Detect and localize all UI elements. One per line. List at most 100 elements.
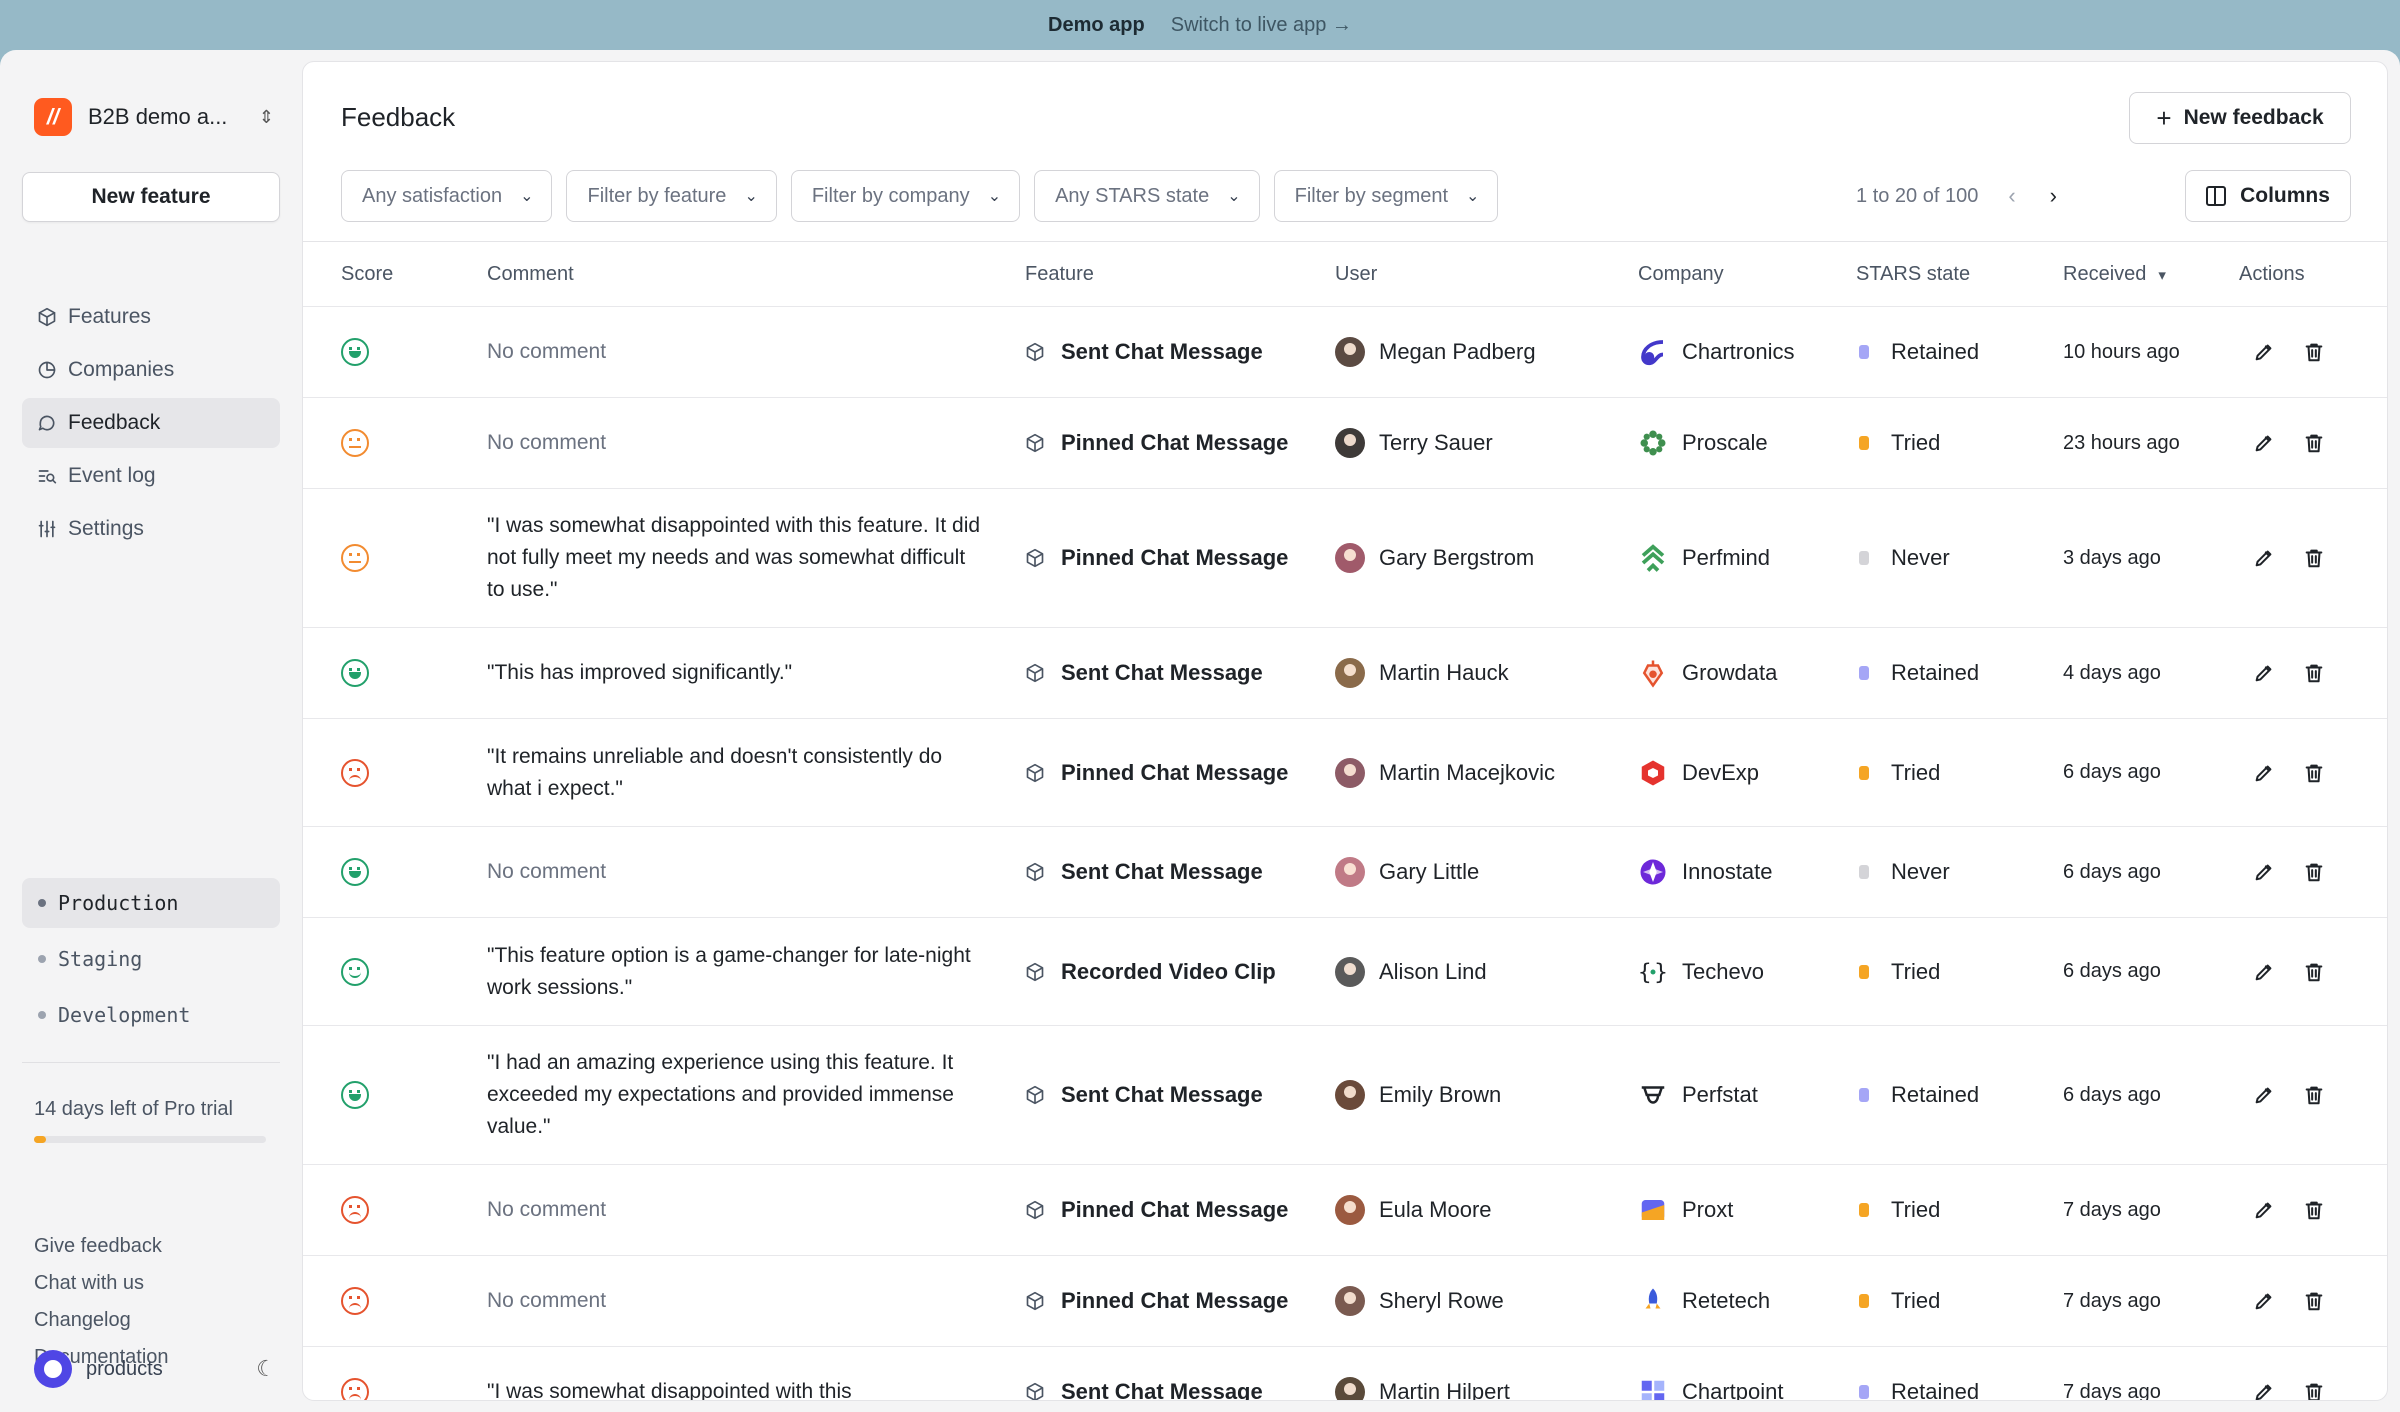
company-logo-icon	[1638, 428, 1668, 458]
company-cell[interactable]: Perfmind	[1638, 489, 1770, 627]
environment-list: Production Staging Development	[22, 878, 280, 1046]
feature-cell[interactable]: Pinned Chat Message	[1025, 489, 1288, 627]
pencil-icon[interactable]	[2251, 1288, 2277, 1314]
user-menu[interactable]: products ☾	[34, 1350, 276, 1388]
sidebar-item-feedback[interactable]: Feedback	[22, 398, 280, 448]
filter-0[interactable]: Any satisfaction ⌄	[341, 170, 553, 222]
filter-3[interactable]: Any STARS state ⌄	[1034, 170, 1260, 222]
header-comment[interactable]: Comment	[487, 242, 574, 306]
company-logo-icon	[1638, 1286, 1668, 1316]
pencil-icon[interactable]	[2251, 545, 2277, 571]
user-cell[interactable]: Sheryl Rowe	[1335, 1256, 1504, 1346]
sidebar-item-event-log[interactable]: Event log	[22, 451, 280, 501]
trash-icon[interactable]	[2301, 430, 2327, 456]
trash-icon[interactable]	[2301, 959, 2327, 985]
user-cell[interactable]: Megan Padberg	[1335, 307, 1536, 397]
header-feature[interactable]: Feature	[1025, 242, 1094, 306]
header-received[interactable]: Received ▾	[2063, 242, 2166, 306]
columns-button[interactable]: Columns	[2185, 170, 2351, 222]
filter-2[interactable]: Filter by company ⌄	[790, 170, 1021, 222]
received-time: 23 hours ago	[2063, 431, 2180, 454]
new-feature-button[interactable]: New feature	[22, 172, 280, 222]
env-staging[interactable]: Staging	[22, 934, 280, 984]
pencil-icon[interactable]	[2251, 1197, 2277, 1223]
feature-cell[interactable]: Pinned Chat Message	[1025, 1256, 1288, 1346]
pencil-icon[interactable]	[2251, 430, 2277, 456]
header-user[interactable]: User	[1335, 242, 1377, 306]
feature-cell[interactable]: Sent Chat Message	[1025, 1347, 1263, 1400]
trash-icon[interactable]	[2301, 545, 2327, 571]
user-cell[interactable]: Martin Hilpert	[1335, 1347, 1510, 1400]
user-cell[interactable]: Terry Sauer	[1335, 398, 1493, 488]
user-cell[interactable]: Emily Brown	[1335, 1026, 1501, 1164]
header-score[interactable]: Score	[341, 242, 393, 306]
user-cell[interactable]: Martin Macejkovic	[1335, 719, 1555, 826]
trial-progress-fill	[34, 1136, 46, 1143]
pencil-icon[interactable]	[2251, 859, 2277, 885]
trash-icon[interactable]	[2301, 660, 2327, 686]
pencil-icon[interactable]	[2251, 959, 2277, 985]
user-cell[interactable]: Gary Little	[1335, 827, 1479, 917]
feature-cell[interactable]: Pinned Chat Message	[1025, 398, 1288, 488]
comment-text: No comment	[487, 1289, 607, 1312]
filter-4[interactable]: Filter by segment ⌄	[1273, 170, 1499, 222]
company-cell[interactable]: Proxt	[1638, 1165, 1733, 1255]
company-cell[interactable]: Perfstat	[1638, 1026, 1758, 1164]
table-row: No comment Sent Chat Message Gary Little In…	[303, 826, 2387, 917]
chat-bubble-icon	[36, 412, 58, 434]
feature-cell[interactable]: Pinned Chat Message	[1025, 719, 1288, 826]
link-chat-with-us[interactable]: Chat with us	[34, 1265, 169, 1302]
chevron-right-icon[interactable]: ›	[2050, 183, 2057, 209]
feature-cell[interactable]: Recorded Video Clip	[1025, 918, 1276, 1025]
user-cell[interactable]: Martin Hauck	[1335, 628, 1509, 718]
filter-1[interactable]: Filter by feature ⌄	[566, 170, 777, 222]
sidebar-item-settings[interactable]: Settings	[22, 504, 280, 554]
feature-cell[interactable]: Sent Chat Message	[1025, 628, 1263, 718]
trash-icon[interactable]	[2301, 1288, 2327, 1314]
feature-name: Sent Chat Message	[1061, 660, 1263, 685]
sidebar-item-companies[interactable]: Companies	[22, 345, 280, 395]
company-cell[interactable]: Innostate	[1638, 827, 1773, 917]
moon-icon[interactable]: ☾	[256, 1356, 276, 1382]
trash-icon[interactable]	[2301, 339, 2327, 365]
link-changelog[interactable]: Changelog	[34, 1302, 169, 1339]
switch-to-live-link[interactable]: Switch to live app →	[1171, 14, 1352, 37]
org-switcher[interactable]: // B2B demo a... ⇕	[34, 98, 274, 136]
company-cell[interactable]: Proscale	[1638, 398, 1768, 488]
user-cell[interactable]: Gary Bergstrom	[1335, 489, 1534, 627]
trash-icon[interactable]	[2301, 1197, 2327, 1223]
company-cell[interactable]: Chartpoint	[1638, 1347, 1784, 1400]
pencil-icon[interactable]	[2251, 1379, 2277, 1400]
trash-icon[interactable]	[2301, 1379, 2327, 1400]
feature-cell[interactable]: Sent Chat Message	[1025, 827, 1263, 917]
stars-state-label: Tried	[1891, 430, 1941, 455]
company-cell[interactable]: {} Techevo	[1638, 918, 1764, 1025]
stars-state-cell: Retained	[1859, 307, 1979, 397]
env-development[interactable]: Development	[22, 990, 280, 1040]
comment-cell: "This has improved significantly."	[487, 628, 987, 718]
feature-cell[interactable]: Pinned Chat Message	[1025, 1165, 1288, 1255]
pencil-icon[interactable]	[2251, 1082, 2277, 1108]
pencil-icon[interactable]	[2251, 339, 2277, 365]
user-cell[interactable]: Alison Lind	[1335, 918, 1487, 1025]
sidebar-item-features[interactable]: Features	[22, 292, 280, 342]
trash-icon[interactable]	[2301, 1082, 2327, 1108]
stars-state-label: Tried	[1891, 1197, 1941, 1222]
feature-cell[interactable]: Sent Chat Message	[1025, 307, 1263, 397]
pencil-icon[interactable]	[2251, 660, 2277, 686]
link-give-feedback[interactable]: Give feedback	[34, 1228, 169, 1265]
trash-icon[interactable]	[2301, 859, 2327, 885]
company-cell[interactable]: Chartronics	[1638, 307, 1794, 397]
pencil-icon[interactable]	[2251, 760, 2277, 786]
user-cell[interactable]: Eula Moore	[1335, 1165, 1492, 1255]
new-feedback-button[interactable]: + New feedback	[2129, 92, 2351, 144]
feature-cell[interactable]: Sent Chat Message	[1025, 1026, 1263, 1164]
header-stars[interactable]: STARS state	[1856, 242, 1970, 306]
company-cell[interactable]: DevExp	[1638, 719, 1759, 826]
trash-icon[interactable]	[2301, 760, 2327, 786]
env-production[interactable]: Production	[22, 878, 280, 928]
header-company[interactable]: Company	[1638, 242, 1724, 306]
chevron-left-icon[interactable]: ‹	[2008, 183, 2015, 209]
company-cell[interactable]: Growdata	[1638, 628, 1777, 718]
company-cell[interactable]: Retetech	[1638, 1256, 1770, 1346]
